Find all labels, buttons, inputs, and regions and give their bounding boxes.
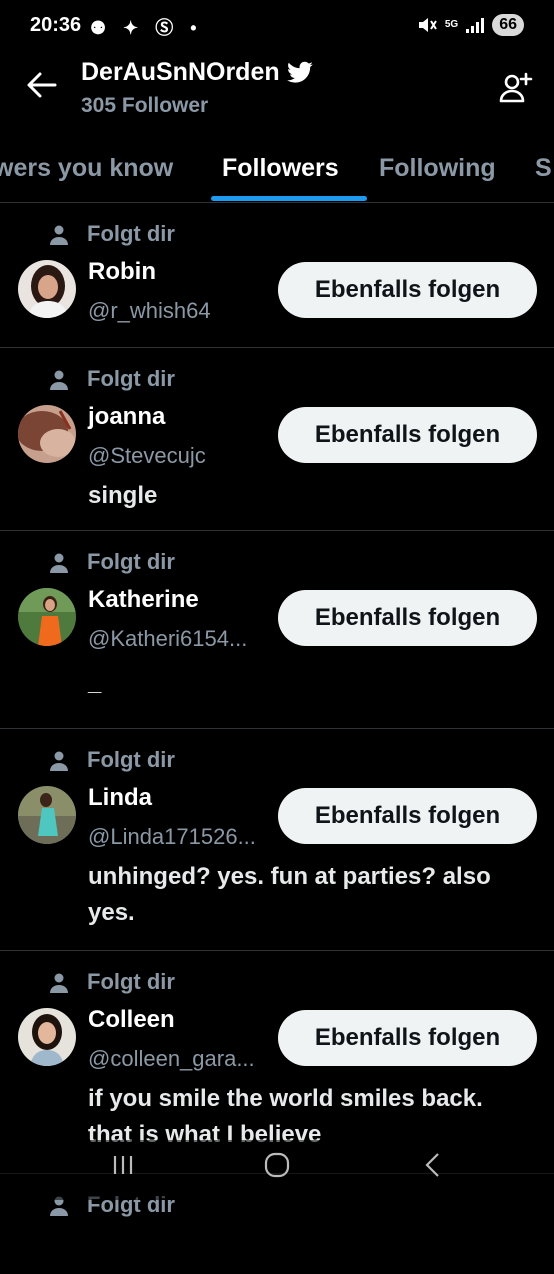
user-bio: single — [88, 482, 158, 509]
battery-indicator: 66 — [492, 14, 524, 36]
tab-following[interactable]: Following — [379, 154, 496, 183]
avatar[interactable] — [18, 588, 76, 646]
list-item[interactable]: Folgt dir Robin @r_whish64 Ebenfalls fol… — [0, 203, 554, 348]
follows-you-label: Folgt dir — [87, 549, 175, 574]
user-handle: @Linda171526... — [88, 824, 256, 849]
list-item[interactable]: Folgt dir Linda @Linda171526... unhinged… — [0, 729, 554, 951]
add-user-icon[interactable] — [498, 70, 534, 106]
mute-icon — [418, 18, 437, 32]
notification-icons: ⚉ ✦ Ⓢ • — [90, 18, 203, 38]
home-icon[interactable] — [264, 1152, 290, 1178]
user-name[interactable]: Colleen — [88, 1006, 175, 1034]
person-icon — [50, 751, 68, 771]
follows-you-label: Folgt dir — [87, 969, 175, 994]
follow-back-button[interactable]: Ebenfalls folgen — [278, 262, 537, 318]
avatar[interactable] — [18, 405, 76, 463]
user-name[interactable]: joanna — [88, 403, 165, 431]
user-handle: @r_whish64 — [88, 298, 211, 323]
tab-followers-you-know[interactable]: wers you know — [0, 154, 173, 183]
person-icon — [50, 553, 68, 573]
user-name[interactable]: Robin — [88, 258, 156, 286]
profile-header: DerAuSnNOrden 305 Follower — [0, 54, 554, 144]
avatar[interactable] — [18, 1008, 76, 1066]
tab-subscriptions[interactable]: S — [535, 154, 552, 183]
back-arrow-icon[interactable] — [25, 68, 59, 102]
status-right: 5G 66 — [417, 14, 524, 36]
person-icon — [50, 225, 68, 245]
follower-count: 305 Follower — [81, 94, 209, 117]
user-bio: unhinged? yes. fun at parties? also yes. — [88, 863, 491, 926]
user-handle: @colleen_gara... — [88, 1046, 255, 1071]
twitter-bird-icon — [286, 61, 313, 83]
person-icon — [50, 370, 68, 390]
tab-followers[interactable]: Followers — [222, 154, 339, 183]
network-indicator: 5G — [444, 19, 459, 30]
user-handle: @Stevecujc — [88, 443, 206, 468]
page-title: DerAuSnNOrden — [81, 58, 280, 86]
person-icon — [50, 973, 68, 993]
title-row: DerAuSnNOrden — [81, 58, 314, 87]
list-item[interactable]: Folgt dir joanna @Stevecujc single Ebenf… — [0, 348, 554, 531]
follow-back-button[interactable]: Ebenfalls folgen — [278, 788, 537, 844]
tab-bar: wers you know Followers Following S — [0, 144, 554, 203]
nav-back-icon[interactable] — [422, 1152, 442, 1178]
user-name[interactable]: Katherine — [88, 586, 199, 614]
follows-you-label: Folgt dir — [87, 221, 175, 246]
follows-you-label: Folgt dir — [87, 747, 175, 772]
follow-back-button[interactable]: Ebenfalls folgen — [278, 1010, 537, 1066]
avatar[interactable] — [18, 260, 76, 318]
follow-back-button[interactable]: Ebenfalls folgen — [278, 590, 537, 646]
list-item[interactable]: Folgt dir Katherine @Katheri6154... _ Eb… — [0, 531, 554, 729]
recent-apps-icon[interactable] — [112, 1154, 134, 1176]
avatar[interactable] — [18, 786, 76, 844]
user-handle: @Katheri6154... — [88, 626, 248, 651]
user-name[interactable]: Linda — [88, 784, 152, 812]
follow-back-button[interactable]: Ebenfalls folgen — [278, 407, 537, 463]
status-bar: 20:36 ⚉ ✦ Ⓢ • 5G 66 — [0, 0, 554, 54]
user-bio: _ — [88, 669, 102, 696]
status-time: 20:36 — [30, 14, 82, 36]
signal-icon — [466, 17, 485, 33]
follower-list: Folgt dir Robin @r_whish64 Ebenfalls fol… — [0, 203, 554, 1274]
follows-you-label: Folgt dir — [87, 366, 175, 391]
active-tab-indicator — [211, 196, 367, 201]
system-nav-bar — [0, 1140, 554, 1200]
